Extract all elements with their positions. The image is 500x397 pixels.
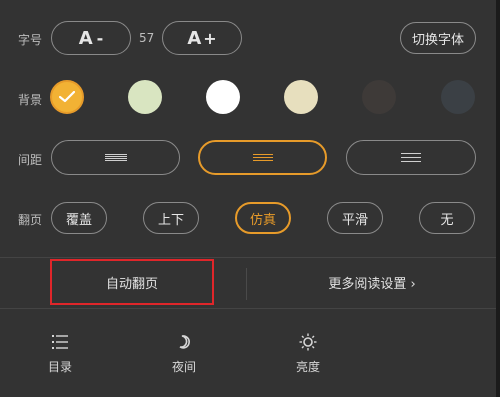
font-size-value: 57 xyxy=(139,31,155,45)
tab-night-mode[interactable]: 夜间 xyxy=(154,332,214,375)
divider-vertical xyxy=(246,268,247,300)
spacing-medium-button[interactable] xyxy=(198,140,327,175)
background-label: 背景 xyxy=(18,93,43,107)
sun-icon xyxy=(299,332,317,352)
reading-settings-panel: 字号 A - 57 A + 切换字体 背景 间距 翻页 覆盖 上下 仿真 平滑 … xyxy=(0,0,496,397)
page-turn-smooth[interactable]: 平滑 xyxy=(327,202,383,234)
background-swatch-orange[interactable] xyxy=(50,80,84,114)
tab-contents[interactable]: 目录 xyxy=(30,332,90,375)
page-turn-cover-label: 覆盖 xyxy=(65,212,92,228)
increase-font-label: A xyxy=(187,27,202,49)
divider-top xyxy=(0,257,496,258)
plus-icon: + xyxy=(203,28,217,48)
tab-night-mode-label: 夜间 xyxy=(171,360,196,374)
background-swatch-beige[interactable] xyxy=(284,80,318,114)
page-turn-none[interactable]: 无 xyxy=(419,202,475,234)
tab-brightness[interactable]: 亮度 xyxy=(278,332,338,375)
highlight-box xyxy=(50,259,214,305)
page-turn-none-label: 无 xyxy=(440,212,454,228)
tab-brightness-label: 亮度 xyxy=(295,360,320,374)
spacing-compact-icon xyxy=(104,153,127,162)
spacing-medium-icon xyxy=(252,152,273,163)
more-reading-settings-button[interactable]: 更多阅读设置 › xyxy=(248,261,496,303)
spacing-loose-icon xyxy=(401,150,421,165)
background-swatch-brown[interactable] xyxy=(362,80,396,114)
background-swatch-dark[interactable] xyxy=(441,80,475,114)
tab-contents-label: 目录 xyxy=(47,360,72,374)
list-icon xyxy=(52,332,68,352)
page-turn-smooth-label: 平滑 xyxy=(341,212,368,228)
page-turn-simulation[interactable]: 仿真 xyxy=(235,202,291,234)
divider-bottom xyxy=(0,308,496,309)
switch-font-label: 切换字体 xyxy=(411,32,464,48)
decrease-font-label: A xyxy=(78,27,95,49)
switch-font-button[interactable]: 切换字体 xyxy=(400,22,476,54)
page-turn-simulation-label: 仿真 xyxy=(249,212,276,228)
decrease-font-button[interactable]: A - xyxy=(51,21,131,55)
page-turn-cover[interactable]: 覆盖 xyxy=(51,202,107,234)
spacing-loose-button[interactable] xyxy=(346,140,476,175)
minus-icon: - xyxy=(96,28,104,48)
page-turn-updown[interactable]: 上下 xyxy=(143,202,199,234)
spacing-label: 间距 xyxy=(18,153,43,167)
background-swatch-white[interactable] xyxy=(206,80,240,114)
moon-icon xyxy=(176,332,192,352)
increase-font-button[interactable]: A + xyxy=(162,21,242,55)
page-turn-label: 翻页 xyxy=(18,213,43,227)
page-turn-updown-label: 上下 xyxy=(157,212,184,228)
spacing-compact-button[interactable] xyxy=(51,140,180,175)
font-size-label: 字号 xyxy=(18,33,43,47)
check-icon xyxy=(59,91,75,103)
background-swatch-green[interactable] xyxy=(128,80,162,114)
right-edge xyxy=(496,0,500,397)
more-reading-settings-label: 更多阅读设置 › xyxy=(328,276,416,292)
